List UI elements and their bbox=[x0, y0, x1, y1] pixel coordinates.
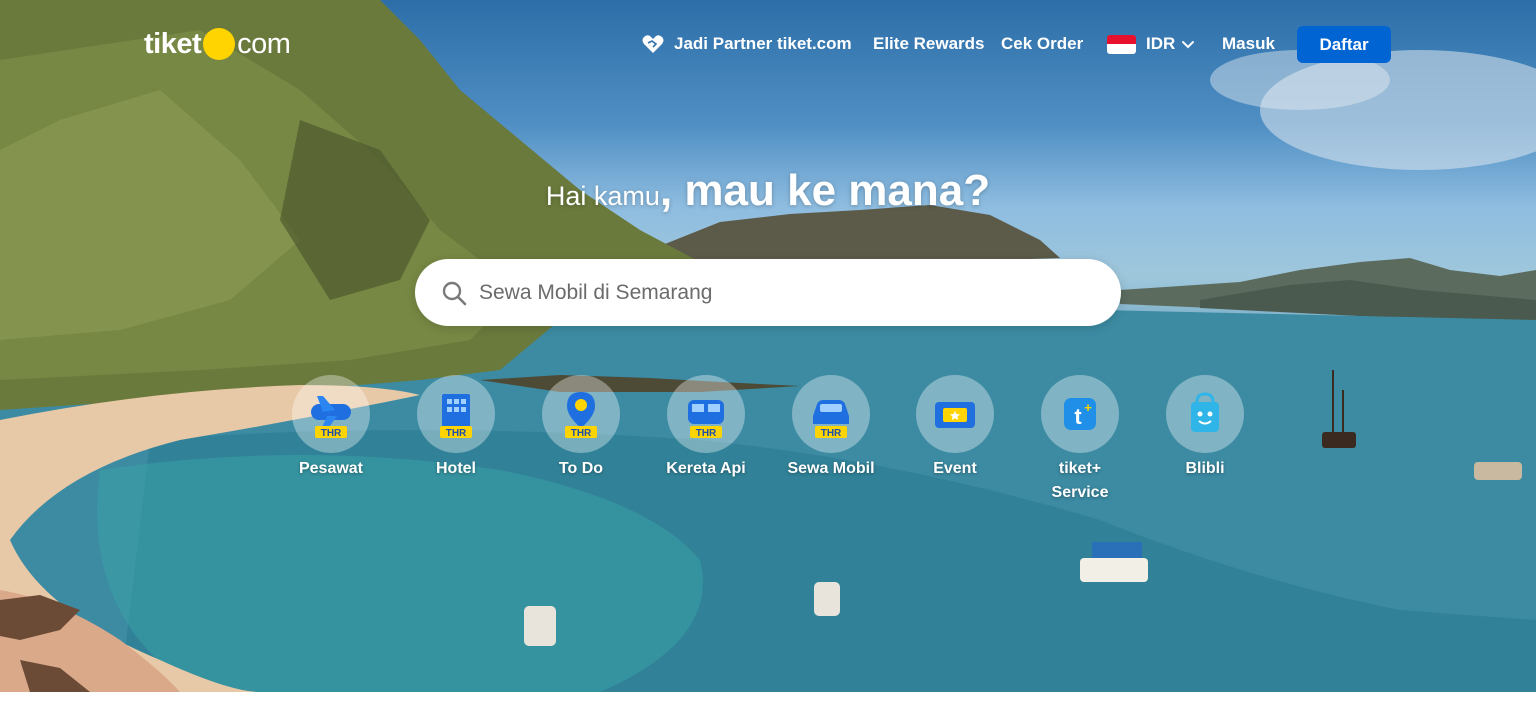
category-label: Pesawat bbox=[298, 460, 364, 477]
currency-label: IDR bbox=[1146, 34, 1176, 53]
headline-question: , mau ke mana? bbox=[659, 166, 991, 215]
category-sewa-mobil[interactable]: THR Sewa Mobil bbox=[776, 375, 886, 481]
car-icon: THR bbox=[813, 400, 849, 439]
nav-partner-label: Jadi Partner tiket.com bbox=[674, 34, 852, 53]
chevron-down-icon bbox=[1182, 41, 1195, 49]
svg-text:t: t bbox=[1074, 404, 1082, 429]
nav-elite-rewards-link[interactable]: Elite Rewards bbox=[873, 26, 985, 62]
nav-order-label: Cek Order bbox=[1001, 34, 1084, 53]
category-tiket-plus-service[interactable]: t + tiket+ Service bbox=[1025, 375, 1135, 505]
indonesia-flag-icon bbox=[1107, 34, 1136, 54]
hero-banner: tiket com Jadi Partner tiket.com Elite R… bbox=[0, 0, 1536, 692]
category-event[interactable]: Event bbox=[900, 375, 1010, 481]
search-icon bbox=[442, 281, 467, 305]
headline-greeting: Hai kamu bbox=[545, 181, 660, 211]
search-input[interactable] bbox=[479, 280, 1079, 305]
search-bar[interactable] bbox=[415, 259, 1121, 326]
category-to-do[interactable]: THR To Do bbox=[526, 375, 636, 481]
nav-partner-link[interactable]: Jadi Partner tiket.com bbox=[642, 26, 852, 62]
thr-badge: THR bbox=[696, 428, 717, 439]
nav-cek-order-link[interactable]: Cek Order bbox=[1001, 26, 1083, 62]
handshake-heart-icon bbox=[642, 35, 664, 53]
category-label: To Do bbox=[558, 460, 604, 477]
train-icon: THR bbox=[688, 400, 724, 439]
category-label: Sewa Mobil bbox=[787, 460, 875, 477]
register-button[interactable]: Daftar bbox=[1297, 26, 1391, 63]
category-blibli[interactable]: Blibli bbox=[1150, 375, 1260, 481]
airplane-icon: THR bbox=[311, 396, 351, 439]
category-pesawat[interactable]: THR Pesawat bbox=[276, 375, 386, 481]
tiket-plus-icon: t + bbox=[1064, 398, 1096, 430]
category-label: Hotel bbox=[436, 460, 476, 477]
tiket-logo[interactable]: tiket com bbox=[144, 24, 291, 64]
register-label: Daftar bbox=[1319, 34, 1369, 54]
category-label: Kereta Api bbox=[666, 460, 746, 477]
currency-selector[interactable]: IDR bbox=[1107, 26, 1195, 62]
hero-background-image bbox=[0, 0, 1536, 692]
logo-dot bbox=[203, 28, 236, 60]
svg-text:+: + bbox=[1084, 400, 1092, 415]
blibli-bag-icon bbox=[1191, 392, 1219, 432]
thr-badge: THR bbox=[571, 428, 592, 439]
category-label: tiket+ Service bbox=[1051, 460, 1109, 501]
category-kereta-api[interactable]: THR Kereta Api bbox=[651, 375, 761, 481]
ticket-icon bbox=[935, 402, 975, 428]
thr-badge: THR bbox=[321, 428, 342, 439]
category-label: Blibli bbox=[1185, 460, 1225, 477]
thr-badge: THR bbox=[821, 428, 842, 439]
category-label: Event bbox=[933, 460, 977, 477]
login-label: Masuk bbox=[1222, 34, 1275, 53]
logo-text-right: com bbox=[237, 27, 291, 60]
thr-badge: THR bbox=[446, 428, 467, 439]
hero-headline: Hai kamu, mau ke mana? bbox=[0, 166, 1536, 216]
logo-text-left: tiket bbox=[144, 27, 202, 60]
category-hotel[interactable]: THR Hotel bbox=[401, 375, 511, 481]
location-pin-icon: THR bbox=[565, 392, 597, 439]
login-link[interactable]: Masuk bbox=[1222, 26, 1275, 62]
hotel-icon: THR bbox=[440, 394, 472, 439]
nav-elite-label: Elite Rewards bbox=[873, 34, 985, 53]
